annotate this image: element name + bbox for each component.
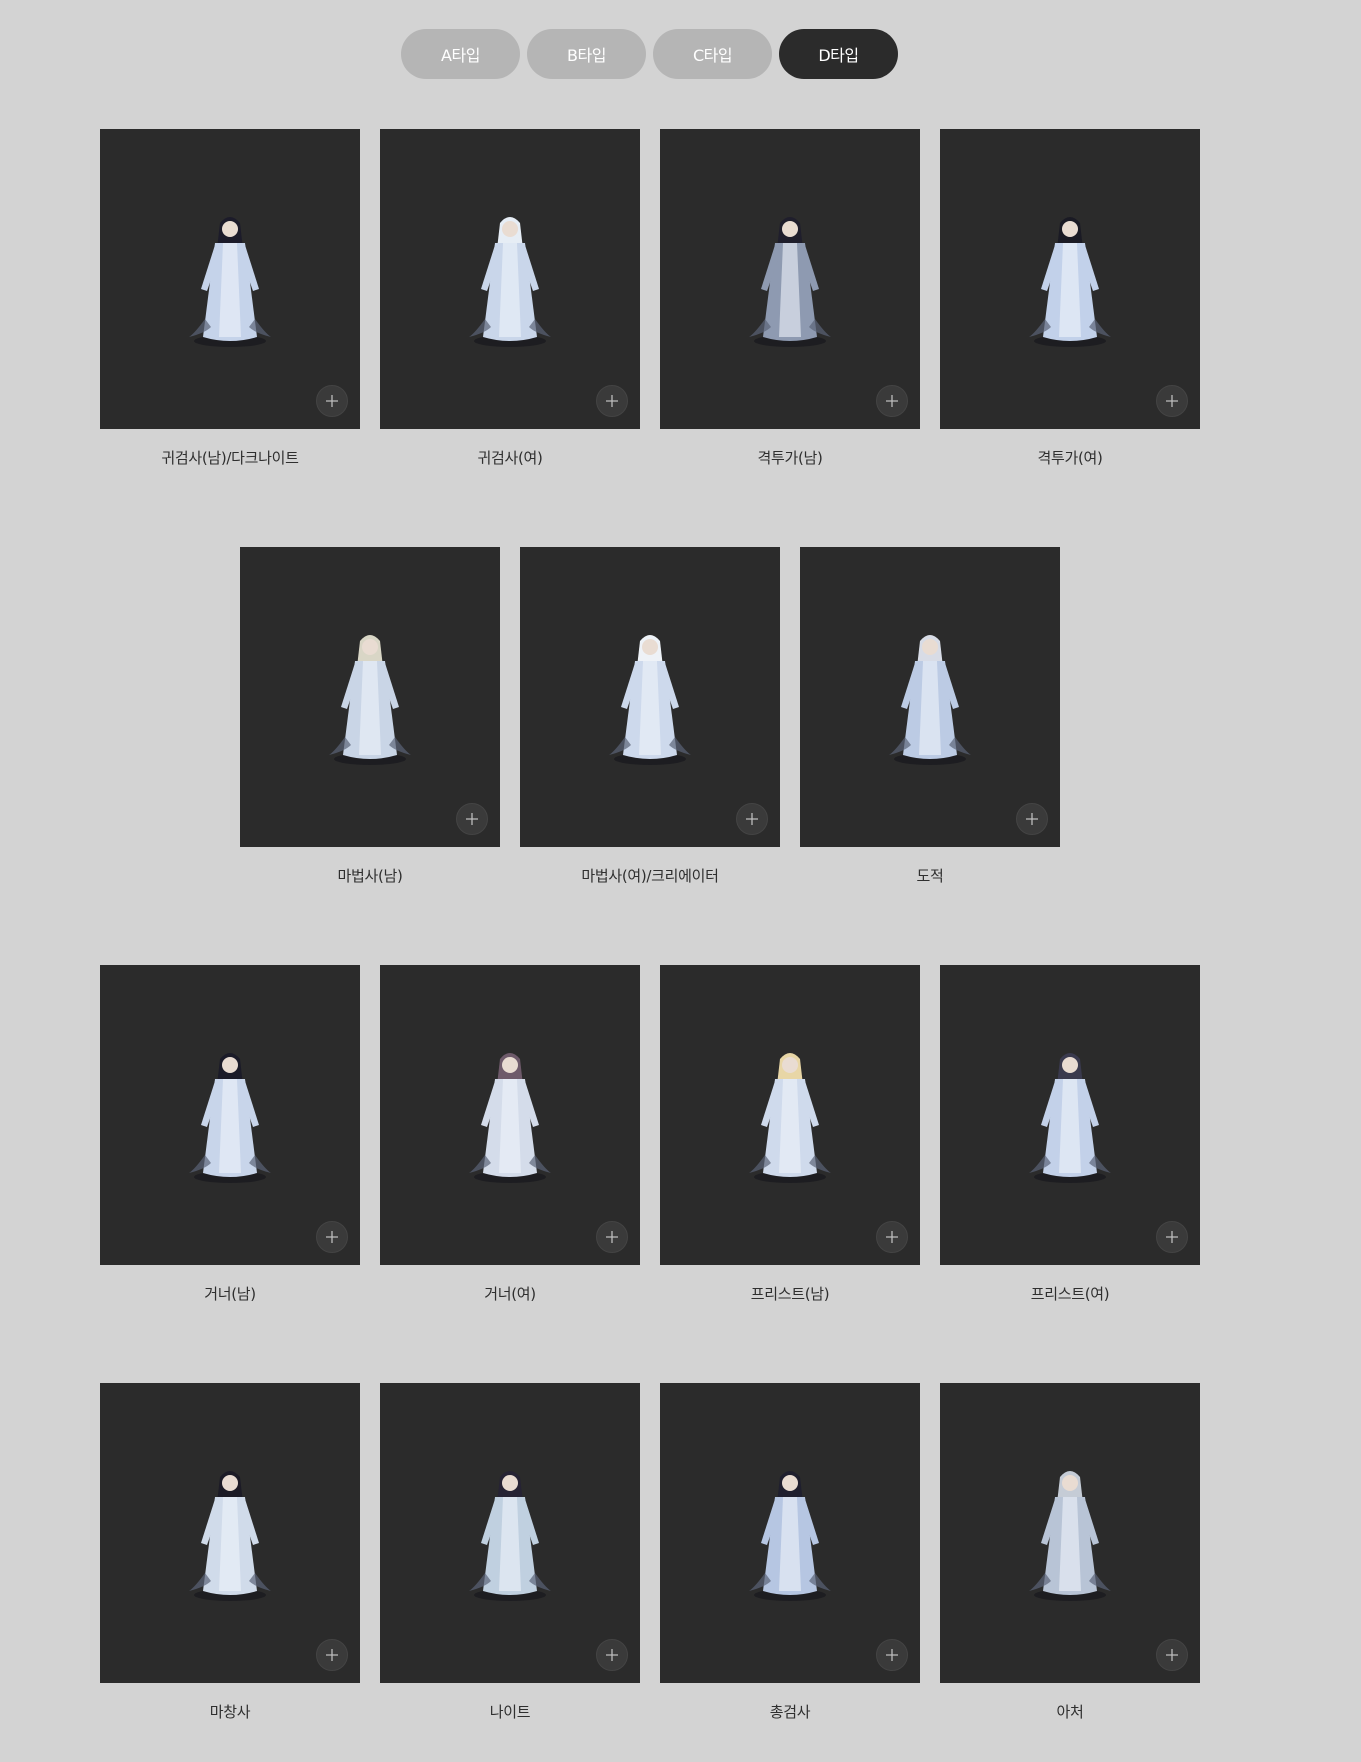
costume-card: 격투가(여): [940, 129, 1200, 468]
zoom-plus-icon[interactable]: [1156, 1639, 1188, 1671]
costume-label: 나이트: [489, 1703, 531, 1721]
costume-card: 거너(여): [380, 965, 640, 1304]
costume-preview[interactable]: [520, 547, 780, 847]
character-sprite-icon: [749, 1053, 831, 1183]
character-sprite-icon: [329, 635, 411, 765]
costume-card: 귀검사(여): [380, 129, 640, 468]
costume-label: 프리스트(여): [1030, 1285, 1110, 1303]
zoom-plus-icon[interactable]: [316, 385, 348, 417]
costume-label: 프리스트(남): [750, 1285, 830, 1303]
character-sprite-icon: [469, 217, 551, 347]
character-sprite-icon: [189, 1053, 271, 1183]
costume-label: 귀검사(남)/다크나이트: [161, 449, 299, 467]
costume-preview[interactable]: [940, 1383, 1200, 1683]
character-sprite-icon: [469, 1053, 551, 1183]
costume-preview[interactable]: [380, 129, 640, 429]
zoom-plus-icon[interactable]: [456, 803, 488, 835]
character-sprite-icon: [749, 1471, 831, 1601]
character-sprite-icon: [469, 1471, 551, 1601]
costume-card: 마창사: [100, 1383, 360, 1722]
costume-preview[interactable]: [800, 547, 1060, 847]
costume-card: 나이트: [380, 1383, 640, 1722]
costume-label: 마창사: [209, 1703, 251, 1721]
costume-card: 프리스트(남): [660, 965, 920, 1304]
costume-preview[interactable]: [100, 965, 360, 1265]
costume-preview[interactable]: [100, 1383, 360, 1683]
costume-preview[interactable]: [380, 1383, 640, 1683]
character-sprite-icon: [609, 635, 691, 765]
costume-preview[interactable]: [940, 965, 1200, 1265]
zoom-plus-icon[interactable]: [876, 1639, 908, 1671]
costume-label: 총검사: [769, 1703, 811, 1721]
character-sprite-icon: [189, 1471, 271, 1601]
costume-label: 귀검사(여): [477, 449, 543, 467]
costume-card: 도적: [800, 547, 1060, 886]
character-sprite-icon: [1029, 217, 1111, 347]
costume-label: 거너(여): [484, 1285, 536, 1303]
costume-card: 총검사: [660, 1383, 920, 1722]
zoom-plus-icon[interactable]: [1156, 1221, 1188, 1253]
costume-card: 귀검사(남)/다크나이트: [100, 129, 360, 468]
character-grid: 귀검사(남)/다크나이트 귀검사(여) 격투가(남) 격투가(여) 마법사(남) 마법사(…: [0, 0, 1361, 1762]
character-sprite-icon: [189, 217, 271, 347]
costume-label: 격투가(남): [757, 449, 823, 467]
costume-label: 거너(남): [204, 1285, 256, 1303]
zoom-plus-icon[interactable]: [736, 803, 768, 835]
costume-preview[interactable]: [660, 965, 920, 1265]
zoom-plus-icon[interactable]: [596, 1221, 628, 1253]
zoom-plus-icon[interactable]: [876, 385, 908, 417]
costume-label: 마법사(남): [337, 867, 403, 885]
costume-label: 아처: [1056, 1703, 1084, 1721]
character-sprite-icon: [889, 635, 971, 765]
costume-preview[interactable]: [940, 129, 1200, 429]
costume-card: 아처: [940, 1383, 1200, 1722]
character-sprite-icon: [749, 217, 831, 347]
zoom-plus-icon[interactable]: [876, 1221, 908, 1253]
zoom-plus-icon[interactable]: [1156, 385, 1188, 417]
costume-preview[interactable]: [380, 965, 640, 1265]
zoom-plus-icon[interactable]: [316, 1221, 348, 1253]
costume-label: 도적: [916, 867, 944, 885]
costume-label: 격투가(여): [1037, 449, 1103, 467]
zoom-plus-icon[interactable]: [596, 385, 628, 417]
character-sprite-icon: [1029, 1053, 1111, 1183]
costume-card: 마법사(남): [240, 547, 500, 886]
costume-card: 프리스트(여): [940, 965, 1200, 1304]
costume-preview[interactable]: [240, 547, 500, 847]
costume-card: 거너(남): [100, 965, 360, 1304]
costume-card: 격투가(남): [660, 129, 920, 468]
costume-preview[interactable]: [100, 129, 360, 429]
costume-label: 마법사(여)/크리에이터: [581, 867, 719, 885]
zoom-plus-icon[interactable]: [596, 1639, 628, 1671]
zoom-plus-icon[interactable]: [1016, 803, 1048, 835]
costume-preview[interactable]: [660, 1383, 920, 1683]
character-sprite-icon: [1029, 1471, 1111, 1601]
costume-preview[interactable]: [660, 129, 920, 429]
costume-card: 마법사(여)/크리에이터: [520, 547, 780, 886]
zoom-plus-icon[interactable]: [316, 1639, 348, 1671]
